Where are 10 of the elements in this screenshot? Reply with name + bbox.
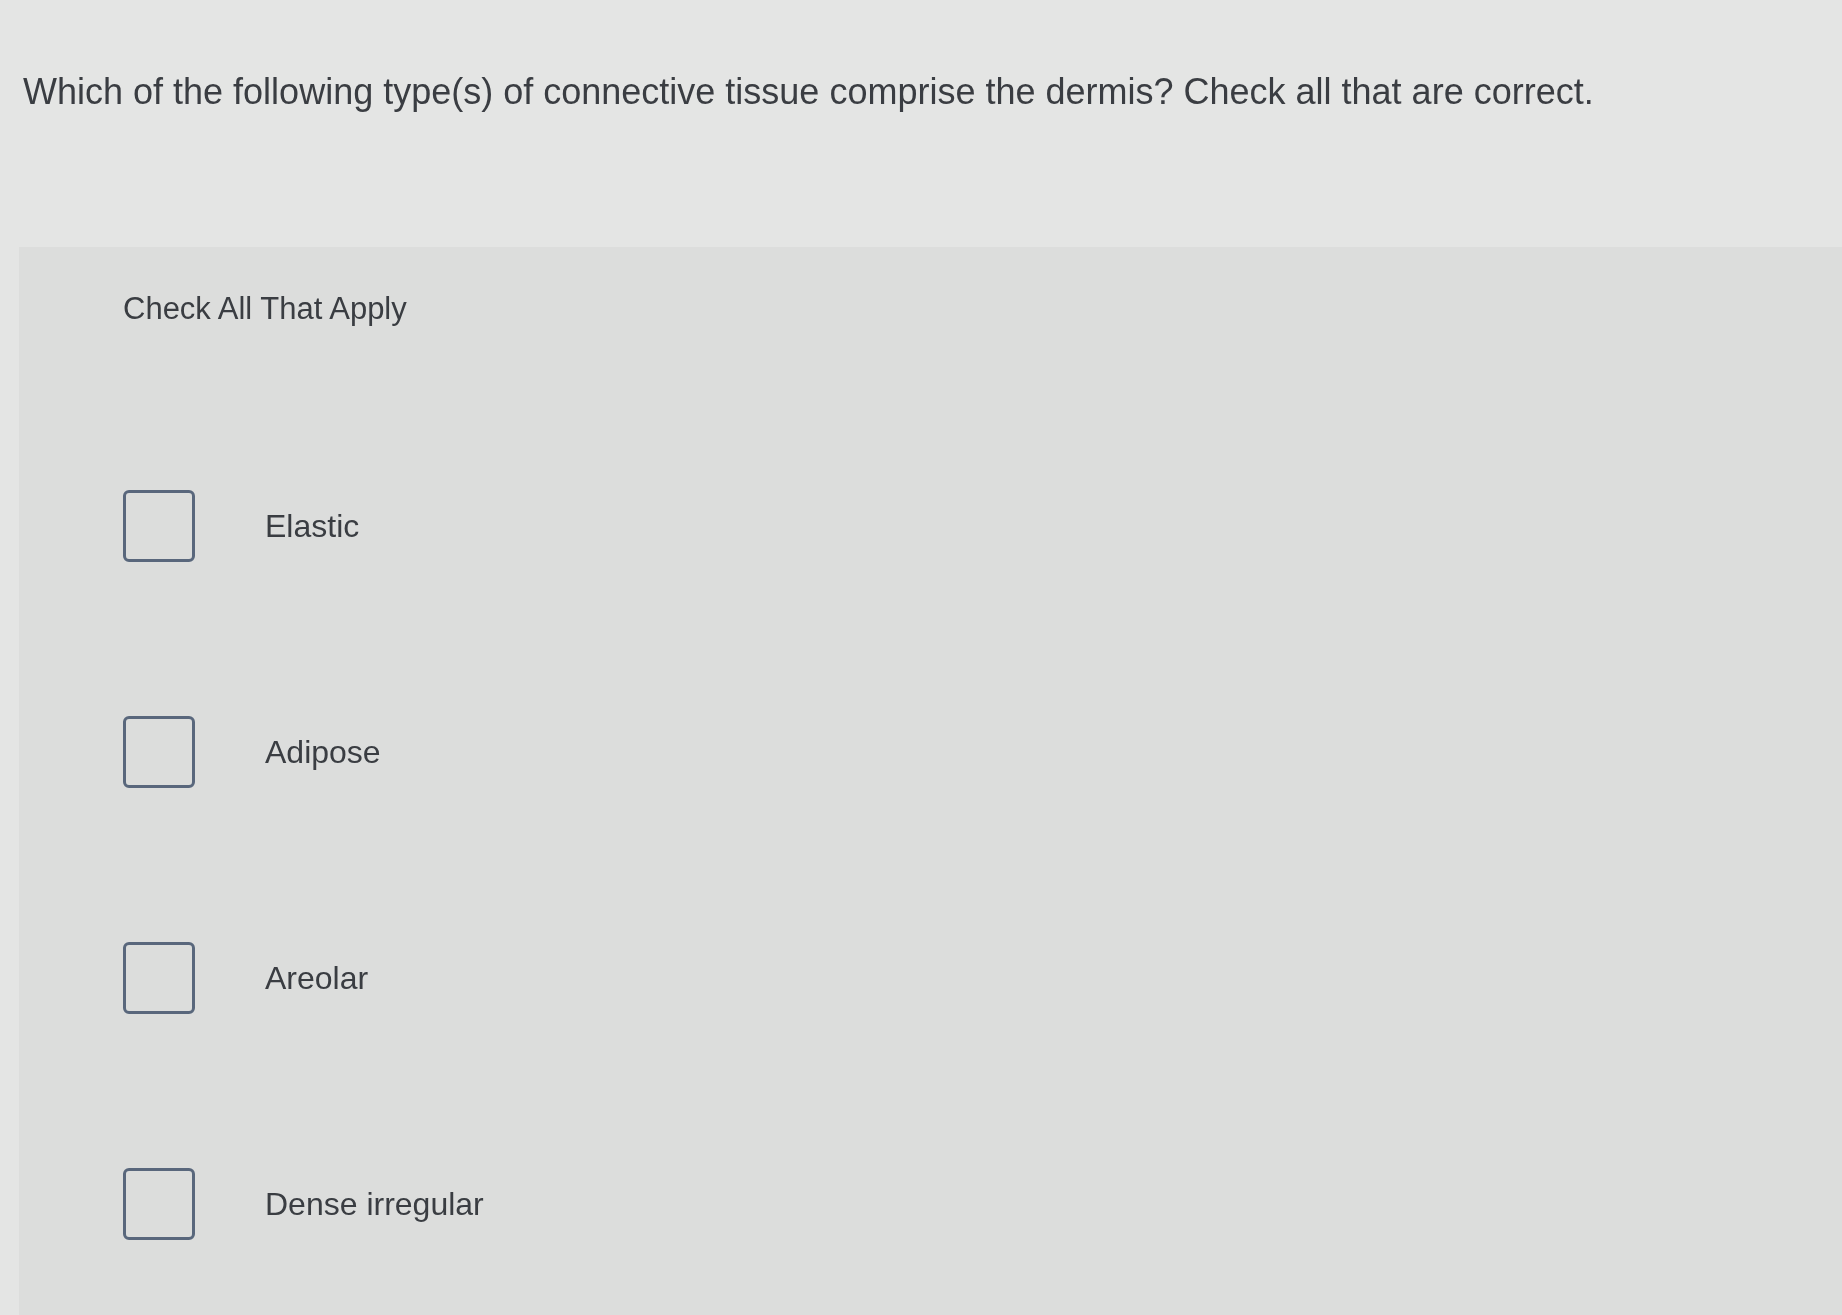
option-label[interactable]: Areolar <box>265 954 369 1002</box>
checkbox[interactable] <box>123 490 195 562</box>
checkbox[interactable] <box>123 716 195 788</box>
option-label[interactable]: Adipose <box>265 728 381 776</box>
question-text: Which of the following type(s) of connective tissue comprise the dermis? Check all that are correct. <box>23 70 1595 114</box>
checkbox[interactable] <box>123 1168 195 1240</box>
instruction-text: Check All That Apply <box>123 290 408 328</box>
option-label[interactable]: Dense irregular <box>265 1180 484 1228</box>
option-label[interactable]: Elastic <box>265 502 360 550</box>
checkbox[interactable] <box>123 942 195 1014</box>
